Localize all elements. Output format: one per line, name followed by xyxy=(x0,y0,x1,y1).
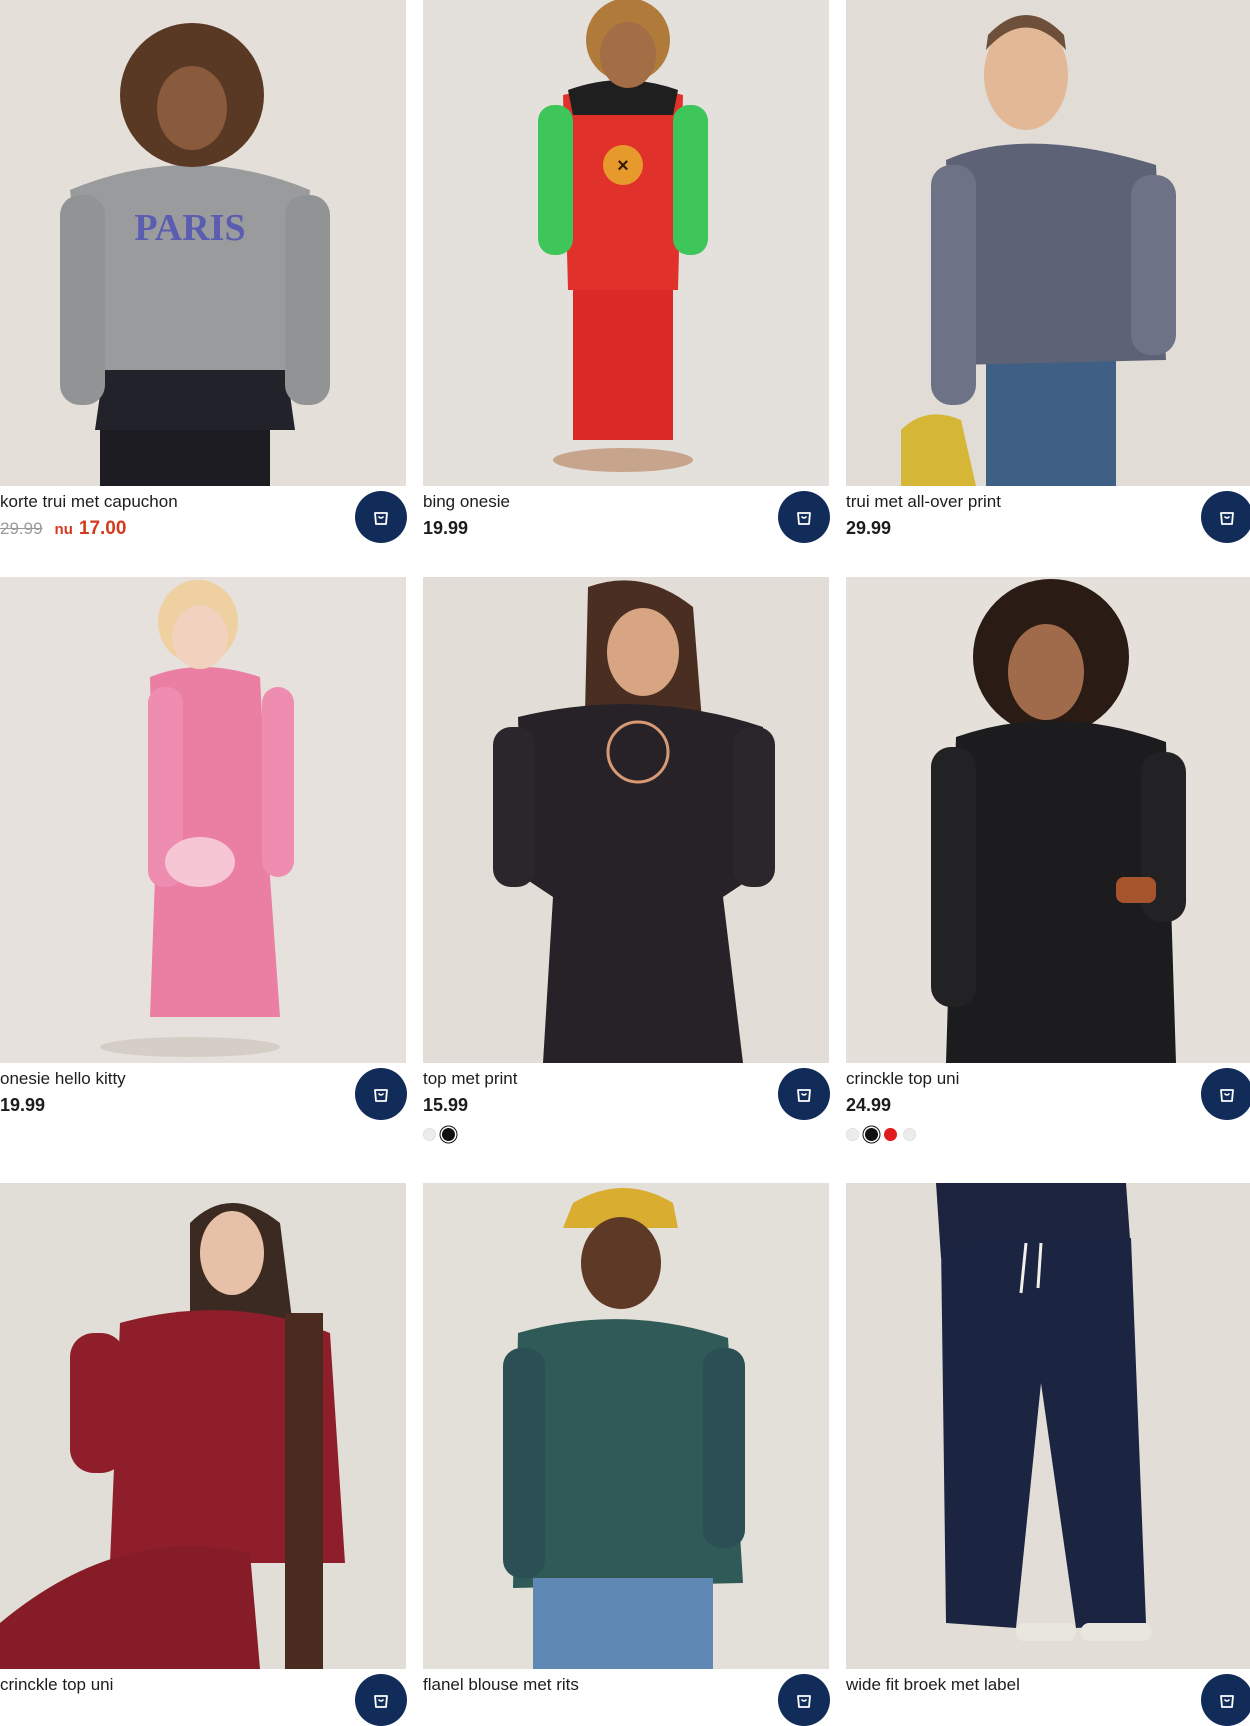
add-to-cart-button[interactable] xyxy=(778,1068,830,1120)
color-swatch[interactable] xyxy=(423,1128,436,1141)
product-title[interactable]: crinckle top uni xyxy=(0,1674,113,1696)
product-price: 19.99 xyxy=(0,1095,46,1115)
product-title[interactable]: trui met all-over print xyxy=(846,491,1001,513)
product-image[interactable] xyxy=(423,1183,829,1669)
product-price: 15.99 xyxy=(423,1095,469,1115)
shopping-bag-icon xyxy=(1220,512,1234,525)
add-to-cart-button[interactable] xyxy=(355,1068,407,1120)
shopping-bag-icon xyxy=(797,1089,811,1102)
product-image[interactable] xyxy=(0,577,406,1063)
add-to-cart-button[interactable] xyxy=(1201,1068,1250,1120)
price-row: 29.99 nu 17.00 xyxy=(0,518,126,542)
svg-text:PARIS: PARIS xyxy=(134,207,245,249)
price-row: 15.99 xyxy=(423,1095,468,1119)
price-row: 19.99 xyxy=(423,518,468,542)
shopping-bag-icon xyxy=(374,1089,388,1102)
product-price: 29.99 xyxy=(846,518,892,538)
shopping-bag-icon xyxy=(1220,1695,1234,1708)
add-to-cart-button[interactable] xyxy=(778,1674,830,1726)
add-to-cart-button[interactable] xyxy=(778,491,830,543)
color-swatch[interactable] xyxy=(903,1128,916,1141)
product-title[interactable]: top met print xyxy=(423,1068,518,1090)
shopping-bag-icon xyxy=(374,512,388,525)
product-image[interactable]: × xyxy=(423,0,829,486)
shopping-bag-icon xyxy=(797,512,811,525)
product-price: 19.99 xyxy=(423,518,469,538)
add-to-cart-button[interactable] xyxy=(355,1674,407,1726)
shopping-bag-icon xyxy=(1220,1089,1234,1102)
product-image[interactable] xyxy=(423,577,829,1063)
product-image[interactable] xyxy=(0,1183,406,1669)
price-row: 19.99 xyxy=(0,1095,45,1119)
color-swatch[interactable] xyxy=(865,1128,878,1141)
product-image[interactable] xyxy=(846,577,1250,1063)
product-title[interactable]: flanel blouse met rits xyxy=(423,1674,579,1696)
color-swatch[interactable] xyxy=(884,1128,897,1141)
product-image[interactable]: PARIS xyxy=(0,0,406,486)
price-row: 24.99 xyxy=(846,1095,891,1119)
svg-text:×: × xyxy=(617,155,629,177)
color-swatch[interactable] xyxy=(442,1128,455,1141)
product-image[interactable] xyxy=(846,0,1250,486)
product-image[interactable] xyxy=(846,1183,1250,1669)
color-swatches xyxy=(846,1128,916,1141)
product-title[interactable]: crinckle top uni xyxy=(846,1068,959,1090)
color-swatches xyxy=(423,1128,455,1141)
old-price: 29.99 xyxy=(0,519,43,538)
add-to-cart-button[interactable] xyxy=(1201,1674,1250,1726)
add-to-cart-button[interactable] xyxy=(355,491,407,543)
shopping-bag-icon xyxy=(374,1695,388,1708)
product-title[interactable]: wide fit broek met label xyxy=(846,1674,1020,1696)
product-title[interactable]: onesie hello kitty xyxy=(0,1068,126,1090)
product-price: 24.99 xyxy=(846,1095,892,1115)
color-swatch[interactable] xyxy=(846,1128,859,1141)
add-to-cart-button[interactable] xyxy=(1201,491,1250,543)
now-label: nu xyxy=(54,521,73,538)
sale-price: 17.00 xyxy=(78,518,127,539)
price-row: 29.99 xyxy=(846,518,891,542)
product-title[interactable]: korte trui met capuchon xyxy=(0,491,178,513)
product-title[interactable]: bing onesie xyxy=(423,491,510,513)
shopping-bag-icon xyxy=(797,1695,811,1708)
